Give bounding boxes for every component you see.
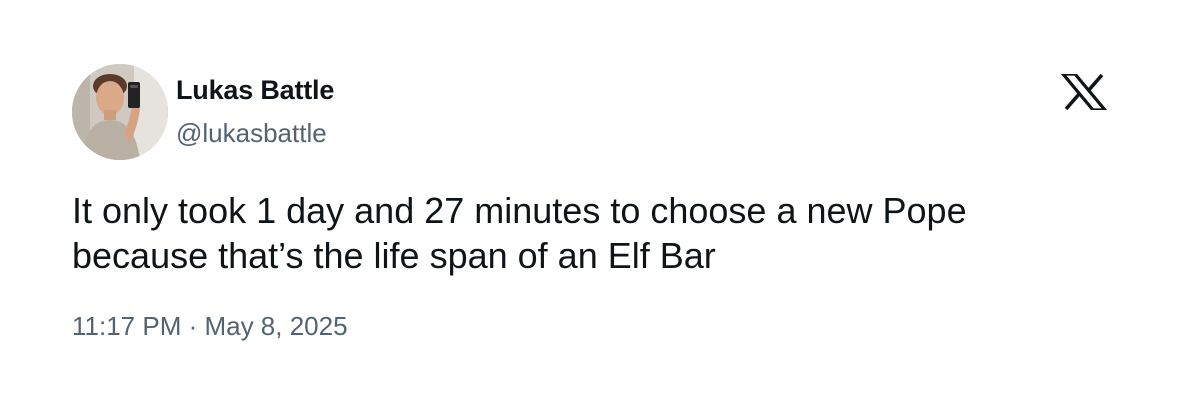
- author-handle[interactable]: @lukasbattle: [176, 116, 327, 150]
- tweet-text-line: It only took 1 day and 27 minutes to cho…: [72, 190, 967, 231]
- tweet-text: It only took 1 day and 27 minutes to cho…: [72, 188, 1122, 278]
- author-display-name[interactable]: Lukas Battle: [176, 73, 334, 107]
- avatar[interactable]: [72, 64, 168, 160]
- tweet-card: Lukas Battle @lukasbattle It only took 1…: [0, 0, 1180, 408]
- tweet-time[interactable]: 11:17 PM: [72, 311, 181, 341]
- tweet-text-line: because that’s the life span of an Elf B…: [72, 235, 716, 276]
- meta-separator: ·: [181, 311, 205, 341]
- tweet-date[interactable]: May 8, 2025: [204, 311, 347, 341]
- x-logo-icon[interactable]: [1059, 72, 1109, 112]
- profile-photo-icon: [72, 64, 168, 160]
- tweet-timestamp[interactable]: 11:17 PM · May 8, 2025: [72, 309, 348, 343]
